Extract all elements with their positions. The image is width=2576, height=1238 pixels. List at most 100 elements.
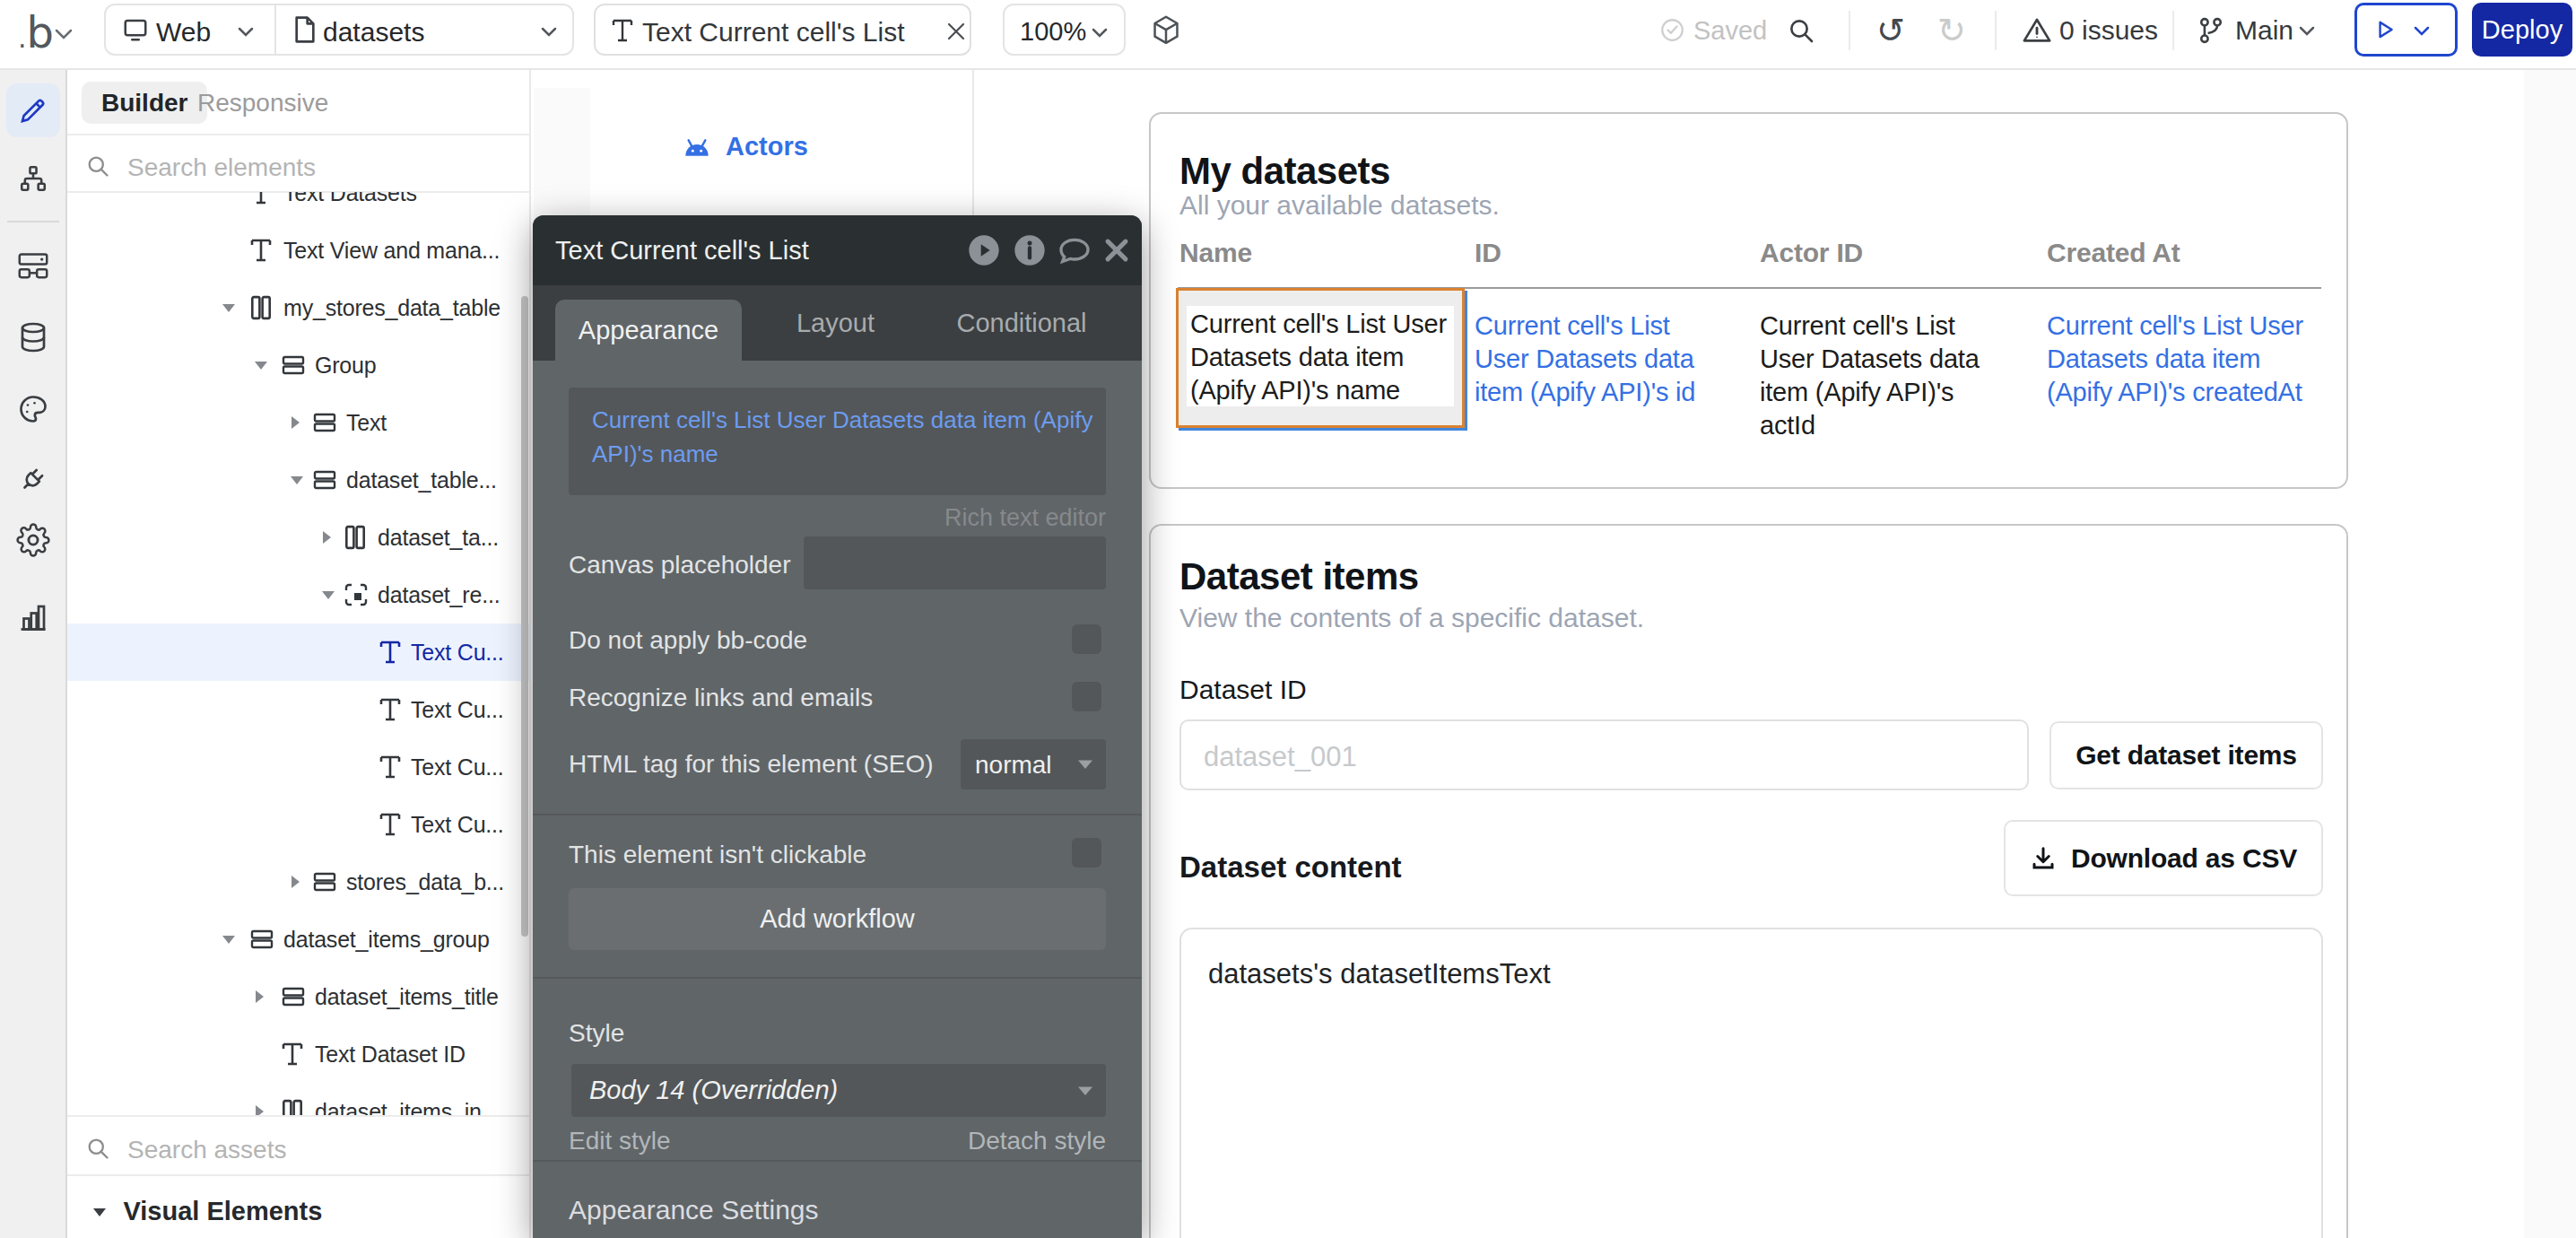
logo-chevron-icon[interactable] [54, 28, 74, 40]
col-header-created-at: Created At [2047, 238, 2180, 268]
search-icon[interactable] [1787, 16, 1815, 45]
edit-style-link[interactable]: Edit style [569, 1127, 671, 1155]
dataset-items-subtitle: View the contents of a specific dataset. [1179, 603, 1644, 633]
detach-style-link[interactable]: Detach style [968, 1127, 1106, 1155]
database-icon[interactable] [17, 321, 49, 353]
component-cube-icon[interactable] [1151, 14, 1181, 47]
tree-right-arrow-icon[interactable] [290, 875, 300, 889]
panel-play-icon[interactable] [966, 232, 1002, 268]
panel-close-icon[interactable] [1101, 235, 1132, 266]
cell-created-at-text[interactable]: Current cell's List User Datasets data i… [2047, 310, 2320, 409]
tree-item-group[interactable]: Group [67, 336, 529, 394]
property-editor-header[interactable]: Text Current cell's List [533, 215, 1142, 285]
dataset-id-input[interactable]: dataset_001 [1179, 719, 2029, 790]
styles-palette-icon[interactable] [17, 393, 49, 425]
panel-info-icon[interactable] [1012, 232, 1048, 268]
canvas-placeholder-input[interactable] [804, 536, 1106, 589]
dataset-content-textarea[interactable]: datasets's datasetItemsText [1179, 928, 2323, 1238]
my-datasets-subtitle: All your available datasets. [1179, 190, 1500, 221]
tab-responsive[interactable]: Responsive [197, 82, 328, 124]
add-workflow-button[interactable]: Add workflow [569, 888, 1106, 950]
selected-table-cell[interactable]: Current cell's List User Datasets data i… [1176, 288, 1465, 428]
settings-gear-icon[interactable] [16, 523, 50, 557]
tree-item-stores-data-b[interactable]: stores_data_b... [67, 853, 529, 911]
tree-item-dataset-ta[interactable]: dataset_ta... [67, 509, 529, 566]
tree-down-arrow-icon[interactable] [290, 475, 304, 485]
plugins-icon[interactable] [17, 463, 49, 495]
style-dropdown[interactable]: Body 14 (Overridden) [571, 1064, 1106, 1117]
open-element-tab[interactable]: Text Current cell's List [594, 4, 971, 56]
recognize-links-checkbox[interactable] [1072, 682, 1101, 711]
tree-item-dataset-table[interactable]: dataset_table... [67, 451, 529, 509]
tab-conditional[interactable]: Conditional [941, 285, 1102, 361]
tree-item-text-cu[interactable]: Text Cu... [67, 738, 529, 796]
tree-right-arrow-icon[interactable] [254, 990, 265, 1004]
design-mode-active[interactable] [6, 83, 60, 137]
bubble-logo[interactable]: .b [18, 7, 54, 57]
tree-item-text-cu[interactable]: Text Cu... [67, 623, 529, 681]
platform-label[interactable]: Web [156, 17, 211, 48]
issues-count[interactable]: 0 issues [2059, 15, 2158, 46]
download-csv-button[interactable]: Download as CSV [2004, 820, 2323, 896]
search-assets-input[interactable]: Search assets [127, 1136, 286, 1164]
tree-item-text-cu[interactable]: Text Cu... [67, 796, 529, 853]
page-chevron-icon[interactable] [540, 26, 558, 38]
tree-scrollbar[interactable] [521, 296, 528, 937]
tree-item-text-cu[interactable]: Text Cu... [67, 681, 529, 738]
page-label[interactable]: datasets [323, 17, 424, 48]
tree-item-dataset-items-title[interactable]: dataset_items_title [67, 968, 529, 1025]
tree-item-text-datasets[interactable]: Text Datasets [67, 192, 529, 222]
tree-item-dataset-items-in[interactable]: dataset_items_in... [67, 1083, 529, 1115]
logs-chart-icon[interactable] [17, 601, 49, 633]
zoom-control[interactable]: 100% [1003, 4, 1126, 56]
nav-item-actors[interactable]: Actors [683, 135, 711, 157]
tree-item-label: stores_data_b... [346, 869, 504, 895]
clickable-label: This element isn't clickable [569, 841, 866, 869]
tree-right-arrow-icon[interactable] [321, 530, 332, 545]
tree-item-dataset-items-group[interactable]: dataset_items_group [67, 911, 529, 968]
expression-box[interactable]: Current cell's List User Datasets data i… [569, 388, 1106, 495]
tree-item-dataset-re[interactable]: dataset_re... [67, 566, 529, 623]
tree-down-arrow-icon[interactable] [222, 302, 236, 313]
tree-down-arrow-icon[interactable] [222, 934, 236, 945]
tree-item-label: Text [346, 410, 387, 436]
tree-rows-icon [313, 469, 336, 491]
tree-item-text-dataset-id[interactable]: Text Dataset ID [67, 1025, 529, 1083]
redo-icon[interactable]: ↻ [1937, 11, 1966, 50]
panel-comment-icon[interactable] [1057, 232, 1092, 268]
search-elements-input[interactable]: Search elements [127, 153, 316, 182]
bb-code-checkbox[interactable] [1072, 624, 1101, 654]
get-dataset-items-button[interactable]: Get dataset items [2049, 721, 2323, 789]
property-editor-title: Text Current cell's List [555, 236, 809, 266]
tree-right-arrow-icon[interactable] [254, 1104, 265, 1115]
html-tag-dropdown[interactable]: normal [961, 739, 1106, 789]
monitor-icon [122, 16, 149, 43]
tree-down-arrow-icon[interactable] [321, 589, 335, 600]
branch-label[interactable]: Main [2235, 15, 2293, 46]
deploy-button[interactable]: Deploy [2472, 3, 2572, 57]
tab-appearance[interactable]: Appearance [555, 300, 742, 361]
close-tab-icon[interactable] [945, 21, 967, 42]
tree-item-my-stores-data-table[interactable]: my_stores_data_table [67, 279, 529, 336]
property-editor-tabbar: Appearance Layout Conditional [533, 285, 1142, 361]
data-slots-icon[interactable] [17, 250, 49, 281]
undo-icon[interactable]: ↺ [1876, 11, 1905, 50]
workflow-tree-icon[interactable] [18, 163, 48, 194]
tree-down-arrow-icon[interactable] [254, 360, 268, 371]
tab-layout[interactable]: Layout [766, 285, 905, 361]
branch-chevron-icon[interactable] [2298, 25, 2316, 37]
tab-builder[interactable]: Builder [82, 82, 207, 124]
tree-item-label: Text Cu... [411, 697, 504, 723]
rich-text-editor-link[interactable]: Rich text editor [944, 504, 1106, 532]
tree-item-text[interactable]: Text [67, 394, 529, 451]
tree-right-arrow-icon[interactable] [290, 415, 300, 430]
tree-item-label: Text View and mana... [283, 238, 500, 264]
tree-item-text-view-and-mana[interactable]: Text View and mana... [67, 222, 529, 279]
cell-id-text[interactable]: Current cell's List User Datasets data i… [1475, 310, 1727, 409]
clickable-checkbox[interactable] [1072, 838, 1101, 867]
dataset-items-card: Dataset items View the contents of a spe… [1149, 524, 2348, 1238]
platform-chevron-icon[interactable] [237, 26, 255, 38]
icon-strip [0, 70, 67, 1238]
visual-elements-section[interactable]: Visual Elements [92, 1197, 322, 1226]
preview-button[interactable] [2354, 3, 2458, 57]
